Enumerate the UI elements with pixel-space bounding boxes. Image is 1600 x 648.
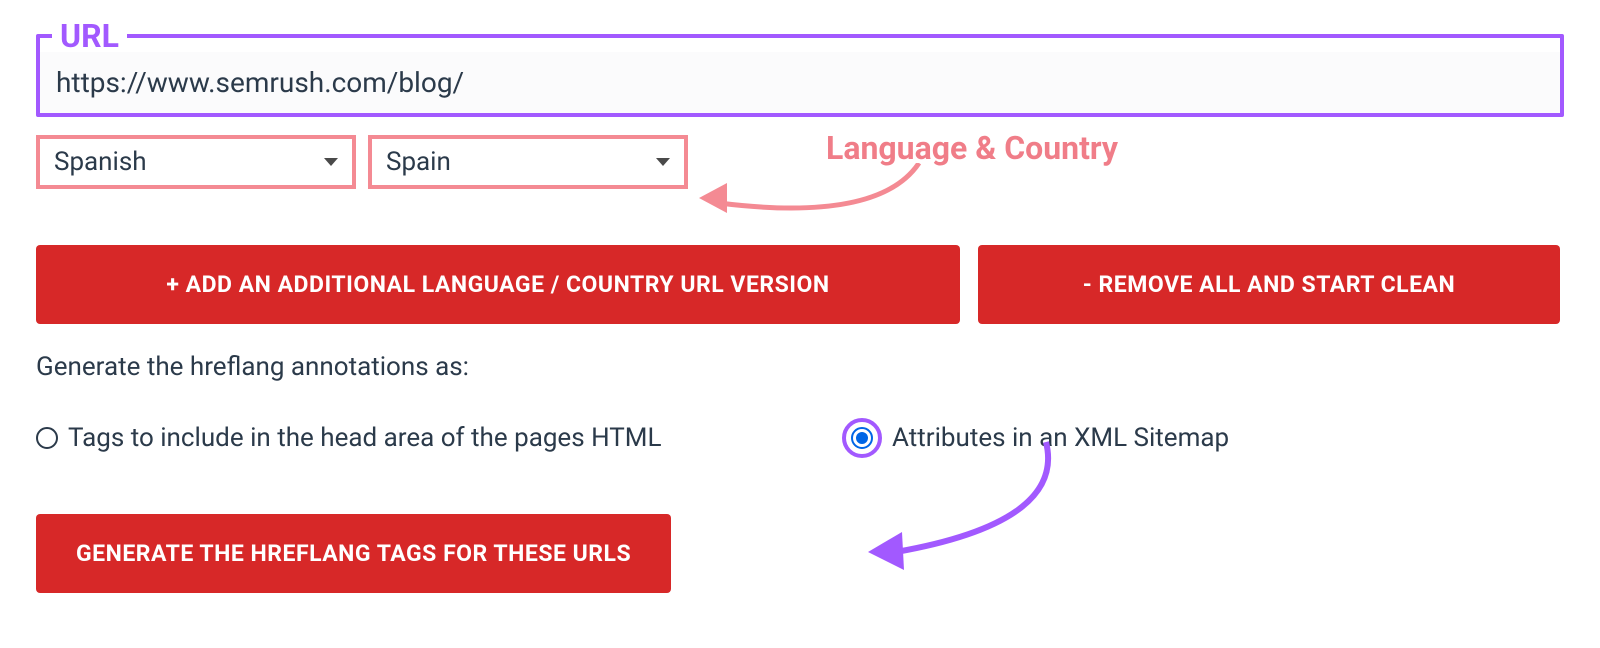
generate-row: GENERATE THE HREFLANG TAGS FOR THESE URL… [36, 514, 1564, 593]
radio-dot-icon [856, 432, 868, 444]
language-select[interactable]: Spanish [36, 135, 356, 189]
radio-option-tags[interactable]: Tags to include in the head area of the … [36, 423, 842, 453]
caret-down-icon [324, 158, 338, 166]
generate-button[interactable]: GENERATE THE HREFLANG TAGS FOR THESE URL… [36, 514, 671, 593]
remove-all-button[interactable]: - REMOVE ALL AND START CLEAN [978, 245, 1560, 324]
radio-highlight-ring [842, 418, 882, 458]
annotation-lang-country: Language & Country [826, 129, 1118, 167]
caret-down-icon [656, 158, 670, 166]
generate-label: Generate the hreflang annotations as: [36, 352, 1564, 382]
language-select-value: Spanish [54, 147, 147, 177]
url-input[interactable] [40, 52, 1560, 113]
buttons-row: + ADD AN ADDITIONAL LANGUAGE / COUNTRY U… [36, 245, 1564, 324]
selects-row: Spanish Spain Language & Country [36, 135, 1564, 189]
radio-option-xml-label: Attributes in an XML Sitemap [892, 423, 1229, 453]
country-select[interactable]: Spain [368, 135, 688, 189]
radio-row: Tags to include in the head area of the … [36, 418, 1564, 458]
arrow-pink-icon [689, 163, 929, 253]
radio-unchecked-icon [36, 427, 58, 449]
add-language-button[interactable]: + ADD AN ADDITIONAL LANGUAGE / COUNTRY U… [36, 245, 960, 324]
radio-checked-icon [851, 427, 873, 449]
radio-option-tags-label: Tags to include in the head area of the … [68, 423, 661, 453]
country-select-value: Spain [386, 147, 451, 177]
url-fieldset: URL [36, 20, 1564, 117]
radio-option-xml[interactable]: Attributes in an XML Sitemap [842, 418, 1229, 458]
url-legend: URL [52, 20, 127, 52]
